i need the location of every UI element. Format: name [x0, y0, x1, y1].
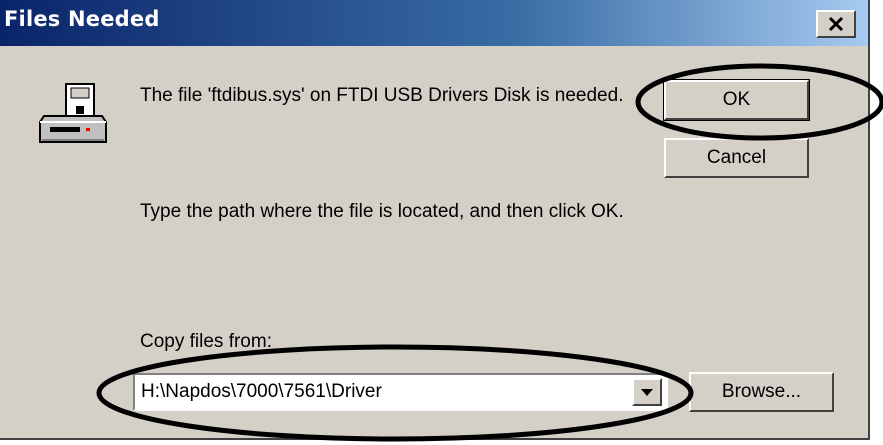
copy-files-from-combobox[interactable]: [133, 373, 668, 411]
files-needed-dialog: Files Needed The file 'ftdibus.sys' on F…: [0, 0, 870, 440]
cancel-button[interactable]: Cancel: [664, 138, 809, 178]
dropdown-button[interactable]: [632, 378, 662, 406]
ok-button[interactable]: OK: [663, 79, 810, 121]
close-icon: [828, 16, 844, 32]
browse-button[interactable]: Browse...: [689, 372, 834, 412]
window-title: Files Needed: [4, 7, 160, 31]
close-button[interactable]: [816, 10, 856, 38]
copy-files-from-input[interactable]: [139, 379, 627, 405]
message-file-needed: The file 'ftdibus.sys' on FTDI USB Drive…: [140, 85, 624, 106]
copy-files-from-label: Copy files from:: [140, 331, 272, 352]
dropdown-arrow-icon: [641, 389, 653, 396]
title-bar[interactable]: Files Needed: [0, 0, 868, 46]
floppy-drive-icon: [39, 83, 107, 143]
message-instruction: Type the path where the file is located,…: [140, 201, 624, 222]
